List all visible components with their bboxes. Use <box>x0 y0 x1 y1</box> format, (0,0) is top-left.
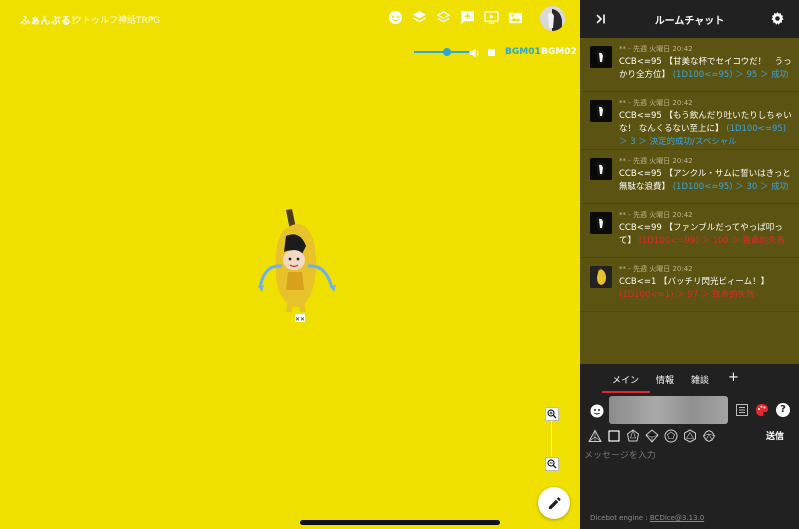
add-comment-icon[interactable] <box>459 9 476 26</box>
video-icon[interactable] <box>483 9 500 26</box>
board-stage[interactable]: ふぁんぶる！ クトゥルフ神話TRPG ⌄ BGM01 BGM02 ✕✕ <box>0 0 580 529</box>
message-list[interactable]: ** - 先週 火曜日 20:42 CCB<=95 【甘美な杯でセイコウだ！ うっ… <box>580 38 799 364</box>
character-name-field[interactable] <box>609 396 728 424</box>
tab-main[interactable]: メイン <box>612 373 639 386</box>
message-avatar[interactable] <box>590 100 612 122</box>
pencil-icon <box>548 496 561 509</box>
message-avatar[interactable] <box>590 266 612 288</box>
chat-header: ルームチャット <box>580 0 799 38</box>
d10-icon[interactable] <box>645 429 659 443</box>
d100-icon[interactable] <box>702 429 716 443</box>
message-avatar[interactable] <box>590 158 612 180</box>
d20-icon[interactable] <box>683 429 697 443</box>
edit-button[interactable] <box>538 487 570 519</box>
bgm-controls: BGM01 BGM02 <box>410 46 580 60</box>
chat-title: ルームチャット <box>654 16 725 27</box>
d12-icon[interactable] <box>664 429 678 443</box>
message-meta: ** - 先週 火曜日 20:42 <box>619 99 693 107</box>
bgm-track-2[interactable]: BGM02 <box>541 47 577 57</box>
chat-composer: ? 送信 Dicebot engine : BCDice@3.13.0 <box>580 394 799 529</box>
face-icon[interactable] <box>387 9 404 26</box>
message-text: CCB<=95 【甘美な杯でセイコウだ！ うっかり全方位】 (1D100<=95… <box>619 56 793 82</box>
home-indicator <box>300 520 500 525</box>
tab-info[interactable]: 情報 <box>656 373 674 386</box>
message-meta: ** - 先週 火曜日 20:42 <box>619 157 693 165</box>
volume-slider-track[interactable] <box>414 51 469 53</box>
volume-slider-knob[interactable] <box>443 48 451 56</box>
message-meta: ** - 先週 火曜日 20:42 <box>619 211 693 219</box>
gear-icon[interactable] <box>770 11 785 26</box>
top-bar: ふぁんぶる！ クトゥルフ神話TRPG ⌄ <box>0 0 580 38</box>
dice-toolbar <box>588 429 716 443</box>
message-text: CCB<=95 【もう飲んだり吐いたりしちゃいな！ なんくるない至上に】 (1D… <box>619 110 793 149</box>
chat-tabs: メイン 情報 雑談 + <box>580 364 799 394</box>
help-icon[interactable]: ? <box>776 403 790 417</box>
dice-result: (1D100<=95) ＞ 30 ＞ 成功 <box>672 182 789 192</box>
dicebot-label: Dicebot engine : <box>590 514 650 522</box>
bgm-track-1[interactable]: BGM01 <box>505 47 541 57</box>
character-token[interactable]: ✕✕ <box>252 206 340 324</box>
layers-outline-icon[interactable] <box>435 9 452 26</box>
dice-result: (1D100<=1) ＞ 97 ＞ 致命的失敗 <box>619 290 755 300</box>
message-body: CCB<=1 【バッチリ閃光ビィーム！】 <box>619 277 770 287</box>
message-text: CCB<=99 【ファンブルだってやっぱ叩って】 (1D100<=99) ＞ 1… <box>619 222 793 248</box>
tab-chatter[interactable]: 雑談 <box>691 373 709 386</box>
message-input[interactable] <box>584 449 795 463</box>
svg-text:✕✕: ✕✕ <box>295 316 305 323</box>
dicebot-footer: Dicebot engine : BCDice@3.13.0 <box>590 514 704 522</box>
image-icon[interactable] <box>507 9 524 26</box>
d4-icon[interactable] <box>588 429 602 443</box>
message-text: CCB<=1 【バッチリ閃光ビィーム！】 (1D100<=1) ＞ 97 ＞ 致… <box>619 276 793 302</box>
zoom-out-icon <box>547 459 557 469</box>
list-icon[interactable] <box>736 404 748 416</box>
zoom-in-icon <box>547 409 557 419</box>
layers-icon[interactable] <box>411 9 428 26</box>
chat-message: ** - 先週 火曜日 20:42 CCB<=99 【ファンブルだってやっぱ叩って… <box>580 204 799 258</box>
message-meta: ** - 先週 火曜日 20:42 <box>619 265 693 273</box>
d8-icon[interactable] <box>626 429 640 443</box>
active-tab-indicator <box>602 391 650 393</box>
dice-result: (1D100<=99) ＞ 100 ＞ 致命的失敗 <box>638 236 786 246</box>
palette-icon[interactable] <box>755 403 769 417</box>
user-avatar[interactable] <box>540 6 565 31</box>
chevron-down-icon[interactable]: ⌄ <box>148 11 156 22</box>
chat-message: ** - 先週 火曜日 20:42 CCB<=95 【アンクル・サムに誓いはきっと… <box>580 150 799 204</box>
toolbar <box>387 9 524 26</box>
dice-result: (1D100<=95) ＞ 95 ＞ 成功 <box>672 70 789 80</box>
chat-panel: ルームチャット ** - 先週 火曜日 20:42 CCB<=95 【甘美な杯でセ… <box>580 0 799 529</box>
send-button[interactable]: 送信 <box>766 429 784 442</box>
message-meta: ** - 先週 火曜日 20:42 <box>619 45 693 53</box>
chat-message: ** - 先週 火曜日 20:42 CCB<=95 【もう飲んだり吐いたりしちゃい… <box>580 92 799 150</box>
chat-message: ** - 先週 火曜日 20:42 CCB<=95 【甘美な杯でセイコウだ！ うっ… <box>580 38 799 92</box>
message-text: CCB<=95 【アンクル・サムに誓いはきっと無駄な浪費】 (1D100<=95… <box>619 168 793 194</box>
face-icon[interactable] <box>590 404 604 418</box>
stop-icon[interactable] <box>488 49 495 56</box>
message-avatar[interactable] <box>590 212 612 234</box>
message-avatar[interactable] <box>590 46 612 68</box>
volume-icon[interactable] <box>469 47 481 59</box>
d6-icon[interactable] <box>607 429 621 443</box>
zoom-in-button[interactable] <box>545 407 559 421</box>
chat-message: ** - 先週 火曜日 20:42 CCB<=1 【バッチリ閃光ビィーム！】 (1… <box>580 258 799 312</box>
dicebot-link[interactable]: BCDice@3.13.0 <box>650 514 704 522</box>
add-tab-button[interactable]: + <box>728 370 739 385</box>
zoom-out-button[interactable] <box>545 457 559 471</box>
